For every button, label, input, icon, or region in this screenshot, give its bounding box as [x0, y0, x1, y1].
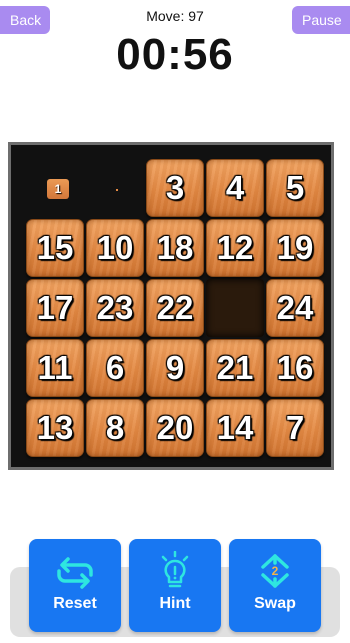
swap-count: 2 [272, 564, 279, 578]
tile-15[interactable]: 15 [26, 219, 84, 277]
tile-placeholder [116, 189, 118, 191]
tile-16[interactable]: 16 [266, 339, 324, 397]
tile-9[interactable]: 9 [146, 339, 204, 397]
tile-14[interactable]: 14 [206, 399, 264, 457]
tile-8[interactable]: 8 [86, 399, 144, 457]
tile-22[interactable]: 22 [146, 279, 204, 337]
tile-7[interactable]: 7 [266, 399, 324, 457]
tile-4[interactable]: 4 [206, 159, 264, 217]
tile-21[interactable]: 21 [206, 339, 264, 397]
tile-10[interactable]: 10 [86, 219, 144, 277]
lightbulb-icon [161, 551, 189, 588]
tile-3[interactable]: 3 [146, 159, 204, 217]
swap-button[interactable]: 2 Swap [229, 539, 321, 632]
tile-17[interactable]: 17 [26, 279, 84, 337]
tile-6[interactable]: 6 [86, 339, 144, 397]
tile-1[interactable]: 1 [47, 179, 69, 199]
tile-11[interactable]: 11 [26, 339, 84, 397]
empty-slot [206, 279, 264, 337]
timer: 00:56 [116, 30, 234, 79]
puzzle-board: 1 3 4 5 15 10 18 12 19 17 23 22 24 11 6 9 21 16 13 8 20 14 7 [8, 142, 334, 470]
tile-5[interactable]: 5 [266, 159, 324, 217]
tile-20[interactable]: 20 [146, 399, 204, 457]
tile-13[interactable]: 13 [26, 399, 84, 457]
tile-24[interactable]: 24 [266, 279, 324, 337]
tile-19[interactable]: 19 [266, 219, 324, 277]
tile-18[interactable]: 18 [146, 219, 204, 277]
swap-label: Swap [254, 595, 296, 612]
reset-button[interactable]: Reset [29, 539, 121, 632]
hint-button[interactable]: Hint [129, 539, 221, 632]
swap-icon: 2 [261, 554, 289, 588]
tile-12[interactable]: 12 [206, 219, 264, 277]
hint-label: Hint [159, 595, 191, 612]
tile-23[interactable]: 23 [86, 279, 144, 337]
reset-icon [57, 557, 93, 589]
reset-label: Reset [53, 595, 97, 612]
